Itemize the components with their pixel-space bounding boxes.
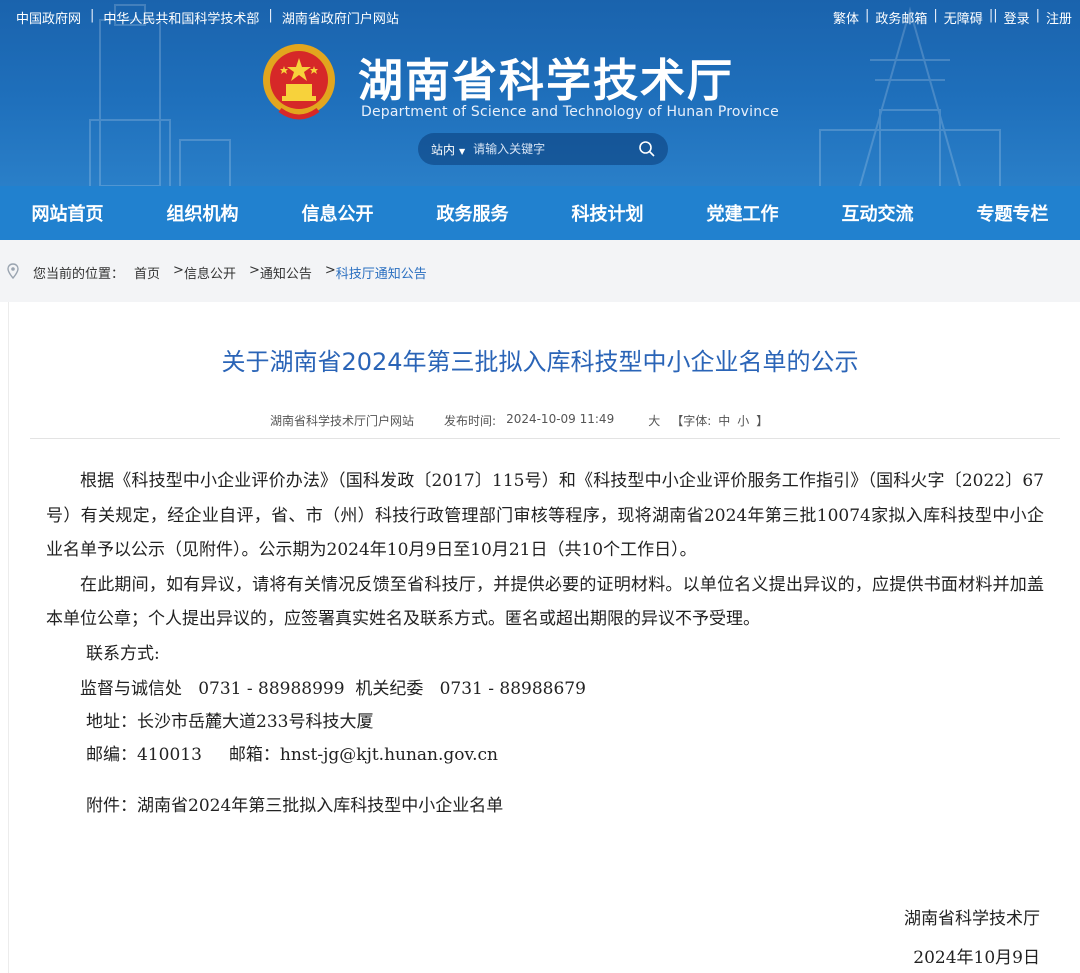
separator: || — [988, 8, 998, 23]
article-paragraph: 根据《科技型中小企业评价办法》（国科发政〔2017〕115号）和《科技型中小企业… — [46, 471, 1044, 560]
link-hunan-gov[interactable]: 湖南省政府门户网站 — [282, 8, 399, 27]
separator: | — [1035, 8, 1040, 23]
font-size-small-button[interactable]: 小 — [737, 412, 749, 429]
link-accessibility[interactable]: 无障碍 — [944, 8, 983, 27]
search-scope-dropdown[interactable]: 站内 ▼ — [431, 141, 465, 158]
caret-down-icon: ▼ — [459, 146, 466, 156]
font-size-label: 【字体: — [671, 414, 712, 428]
signature-org: 湖南省科学技术厅 — [904, 909, 1040, 929]
breadcrumb-prefix: 您当前的位置： — [33, 267, 125, 282]
nav-item-sci-tech-plans[interactable]: 科技计划 — [540, 186, 675, 240]
font-size-large-button[interactable]: 大 — [648, 412, 660, 429]
link-most[interactable]: 中华人民共和国科学技术部 — [103, 8, 259, 27]
breadcrumb: 您当前的位置： 首页 > 信息公开 > 通知公告 > 科技厅通知公告 — [0, 240, 1080, 302]
link-gov-portal[interactable]: 中国政府网 — [16, 8, 81, 27]
publish-date: 2024-10-09 11:49 — [506, 412, 615, 426]
nav-item-home[interactable]: 网站首页 — [0, 186, 135, 240]
contact-label: 联系方式: — [86, 644, 160, 664]
nav-item-info-disclosure[interactable]: 信息公开 — [270, 186, 405, 240]
search-bar: 站内 ▼ — [418, 133, 668, 165]
article-body: 根据《科技型中小企业评价办法》（国科发政〔2017〕115号）和《科技型中小企业… — [46, 464, 1044, 637]
contact-phone-line: 监督与诚信处 0731 - 88988999 机关纪委 0731 - 88988… — [80, 679, 586, 699]
site-subtitle: Department of Science and Technology of … — [361, 104, 779, 120]
contact-postcode-email: 邮编：410013 邮箱：hnst-jg@kjt.hunan.gov.cn — [86, 745, 498, 765]
breadcrumb-separator: > — [248, 263, 260, 278]
breadcrumb-separator: > — [324, 263, 336, 278]
link-traditional-chinese[interactable]: 繁体 — [833, 8, 859, 27]
article-paragraph: 在此期间，如有异议，请将有关情况反馈至省科技厅，并提供必要的证明材料。以单位名义… — [46, 574, 1044, 630]
breadcrumb-separator: > — [173, 263, 184, 278]
top-utility-bar: 中国政府网 | 中华人民共和国科学技术部 | 湖南省政府门户网站 繁体 | 政务… — [0, 0, 1080, 34]
separator: | — [933, 8, 938, 23]
link-gov-mail[interactable]: 政务邮箱 — [875, 8, 927, 27]
contact-address: 地址：长沙市岳麓大道233号科技大厦 — [86, 712, 374, 732]
article-meta: 湖南省科学技术厅门户网站 发布时间: 2024-10-09 11:49 大 【字… — [270, 412, 768, 429]
link-register[interactable]: 注册 — [1046, 8, 1072, 27]
nav-item-gov-services[interactable]: 政务服务 — [405, 186, 540, 240]
nav-item-party-building[interactable]: 党建工作 — [675, 186, 810, 240]
breadcrumb-item-notices[interactable]: 通知公告 — [260, 263, 312, 282]
separator: | — [90, 8, 95, 23]
breadcrumb-item-home[interactable]: 首页 — [134, 263, 160, 282]
nav-item-organization[interactable]: 组织机构 — [135, 186, 270, 240]
signature-date: 2024年10月9日 — [913, 948, 1040, 968]
search-scope-label: 站内 — [431, 142, 456, 157]
article-source: 湖南省科学技术厅门户网站 — [270, 414, 415, 428]
search-icon[interactable] — [638, 140, 656, 158]
site-header: 中国政府网 | 中华人民共和国科学技术部 | 湖南省政府门户网站 繁体 | 政务… — [0, 0, 1080, 186]
nav-item-interaction[interactable]: 互动交流 — [810, 186, 945, 240]
separator: | — [268, 8, 273, 23]
attachment-link[interactable]: 附件：湖南省2024年第三批拟入库科技型中小企业名单 — [86, 791, 503, 816]
national-emblem-icon — [263, 44, 335, 120]
article-title: 关于湖南省2024年第三批拟入库科技型中小企业名单的公示 — [221, 348, 859, 376]
site-title: 湖南省科学技术厅 — [358, 54, 735, 107]
main-nav: 网站首页 组织机构 信息公开 政务服务 科技计划 党建工作 互动交流 专题专栏 — [0, 186, 1080, 240]
breadcrumb-item-info-disclosure[interactable]: 信息公开 — [184, 263, 236, 282]
publish-date-label: 发布时间: — [444, 414, 497, 428]
nav-item-special-topics[interactable]: 专题专栏 — [945, 186, 1080, 240]
font-size-medium-button[interactable]: 中 — [718, 412, 730, 429]
separator: | — [865, 8, 870, 23]
meta-divider — [30, 438, 1060, 439]
location-pin-icon — [7, 263, 19, 279]
search-input[interactable] — [473, 142, 624, 156]
font-size-label-close: 】 — [756, 414, 769, 428]
breadcrumb-item-current[interactable]: 科技厅通知公告 — [336, 263, 427, 282]
article-container — [8, 302, 1080, 973]
link-login[interactable]: 登录 — [1004, 8, 1030, 27]
